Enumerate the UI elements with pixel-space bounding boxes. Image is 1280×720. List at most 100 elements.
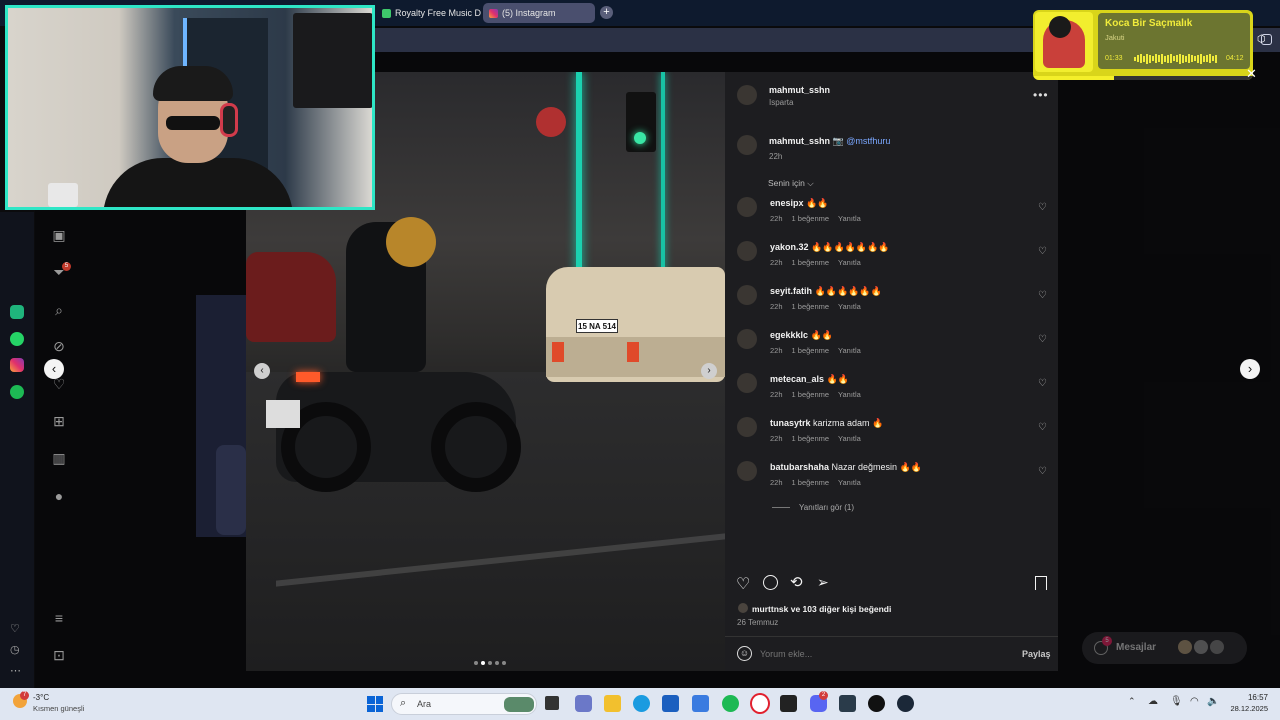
extension-shield-icon[interactable]: ⬡ <box>1257 34 1266 45</box>
taskbar-search[interactable]: ⌕ Ara <box>391 693 537 715</box>
comment-avatar[interactable] <box>737 241 757 261</box>
edge-icon[interactable] <box>633 695 650 712</box>
comment-like-icon[interactable]: ♡ <box>1038 202 1047 213</box>
share-icon[interactable]: ➢ <box>817 574 829 591</box>
comment-like-icon[interactable]: ♡ <box>1038 246 1047 257</box>
comment-like-icon[interactable]: ♡ <box>1038 290 1047 301</box>
create-icon[interactable]: ⊞ <box>51 413 67 429</box>
more-options-icon[interactable]: ••• <box>1033 88 1049 102</box>
microphone-icon[interactable]: 🎙 <box>1170 696 1183 707</box>
comment-likes[interactable]: 1 beğenme <box>792 434 830 443</box>
emoji-icon[interactable]: ☺ <box>737 646 752 661</box>
tray-chevron-icon[interactable]: ⌃ <box>1128 696 1136 707</box>
instagram-icon[interactable] <box>10 358 24 372</box>
previous-post-thumbnail[interactable] <box>196 295 246 537</box>
apps-icon[interactable]: ⊡ <box>51 647 67 663</box>
post-location[interactable]: Isparta <box>769 98 793 107</box>
reply-button[interactable]: Yanıtla <box>838 346 861 355</box>
weather-temp[interactable]: -3°C <box>33 693 49 702</box>
wifi-icon[interactable]: ◠ <box>1190 696 1199 707</box>
save-bookmark-icon[interactable] <box>1035 576 1047 590</box>
liked-by-text[interactable]: murttnsk ve 103 diğer kişi beğendi <box>752 604 891 614</box>
comment-likes[interactable]: 1 beğenme <box>792 214 830 223</box>
like-heart-icon[interactable]: ♡ <box>736 574 750 594</box>
comment-like-icon[interactable]: ♡ <box>1038 422 1047 433</box>
next-post-button[interactable]: › <box>1240 359 1260 379</box>
share-post-button[interactable]: Paylaş <box>1022 649 1051 659</box>
comment-input[interactable] <box>760 645 1000 663</box>
spotify-taskbar-icon[interactable] <box>722 695 739 712</box>
dashboard-icon[interactable]: ▥ <box>51 450 67 466</box>
comment-like-icon[interactable]: ♡ <box>1038 334 1047 345</box>
heart-icon[interactable]: ♡ <box>10 622 20 635</box>
caption-text[interactable]: 📷 @mstfhuru <box>833 136 891 146</box>
chatgpt-icon[interactable] <box>10 305 24 319</box>
comment-avatar[interactable] <box>737 417 757 437</box>
whatsapp-icon[interactable] <box>10 332 24 346</box>
comment-username[interactable]: enesipx <box>770 198 804 208</box>
task-view-icon[interactable] <box>545 696 559 710</box>
tab-royalty-free-music[interactable]: Royalty Free Music Downl <box>376 3 481 23</box>
comment-username[interactable]: tunasytrk <box>770 418 811 428</box>
windows-start-icon[interactable] <box>367 696 383 712</box>
view-replies-button[interactable]: Yanıtları gör (1) <box>799 503 854 512</box>
comment-username[interactable]: batubarshaha <box>770 462 829 472</box>
reply-button[interactable]: Yanıtla <box>838 478 861 487</box>
obs-icon[interactable] <box>868 695 885 712</box>
profile-icon[interactable]: ● <box>51 488 67 504</box>
outlook-icon[interactable] <box>692 695 709 712</box>
comment-likes[interactable]: 1 beğenme <box>792 346 830 355</box>
spotify-icon[interactable] <box>10 385 24 399</box>
weather-description[interactable]: Kısmen güneşli <box>33 704 84 713</box>
menu-icon[interactable]: ≡ <box>51 610 67 626</box>
reply-button[interactable]: Yanıtla <box>838 434 861 443</box>
more-icon[interactable]: ⋯ <box>10 664 21 677</box>
tab-instagram[interactable]: (5) Instagram <box>483 3 595 23</box>
comment-username[interactable]: seyit.fatih <box>770 286 812 296</box>
comment-likes[interactable]: 1 beğenme <box>792 478 830 487</box>
steam-icon[interactable] <box>897 695 914 712</box>
comment-avatar[interactable] <box>737 197 757 217</box>
comment-likes[interactable]: 1 beğenme <box>792 390 830 399</box>
app-icon[interactable] <box>839 695 856 712</box>
close-icon[interactable]: ✕ <box>1246 66 1257 82</box>
new-tab-button[interactable]: + <box>600 6 613 19</box>
caption-avatar[interactable] <box>737 135 757 155</box>
comment-username[interactable]: metecan_als <box>770 374 824 384</box>
comment-username[interactable]: yakon.32 <box>770 242 809 252</box>
comment-avatar[interactable] <box>737 329 757 349</box>
file-explorer-icon[interactable] <box>604 695 621 712</box>
volume-icon[interactable]: 🔈 <box>1207 696 1219 707</box>
caption-username[interactable]: mahmut_sshn <box>769 136 830 146</box>
repost-icon[interactable]: ⟲ <box>790 573 803 591</box>
comment-icon[interactable] <box>763 575 778 590</box>
comment-likes[interactable]: 1 beğenme <box>792 258 830 267</box>
music-progress-track[interactable] <box>1033 76 1253 80</box>
media-next-button[interactable]: › <box>701 363 717 379</box>
comment-likes[interactable]: 1 beğenme <box>792 302 830 311</box>
reels-icon[interactable]: ▣ <box>51 227 67 243</box>
clock-time[interactable]: 16:57 <box>1234 693 1268 702</box>
tray-onedrive-icon[interactable]: ☁ <box>1148 696 1158 707</box>
comment-avatar[interactable] <box>737 461 757 481</box>
author-username[interactable]: mahmut_sshn <box>769 85 830 95</box>
comment-like-icon[interactable]: ♡ <box>1038 378 1047 389</box>
author-avatar[interactable] <box>737 85 757 105</box>
comment-avatar[interactable] <box>737 285 757 305</box>
reply-button[interactable]: Yanıtla <box>838 302 861 311</box>
widgets-app-icon[interactable] <box>575 695 592 712</box>
comment-sort-dropdown[interactable]: Senin için ⌵ <box>768 178 814 189</box>
comment-avatar[interactable] <box>737 373 757 393</box>
music-player-widget[interactable]: Koca Bir Saçmalık Jakuti 01:33 04:12 <box>1033 10 1253 80</box>
opera-icon[interactable] <box>750 693 770 714</box>
comment-like-icon[interactable]: ♡ <box>1038 466 1047 477</box>
search-icon[interactable]: ⌕ <box>51 302 67 318</box>
explore-icon[interactable]: ⊘ <box>51 338 67 354</box>
previous-post-button[interactable]: ‹ <box>44 359 64 379</box>
reply-button[interactable]: Yanıtla <box>838 390 861 399</box>
comment-username[interactable]: egekkklc <box>770 330 808 340</box>
reply-button[interactable]: Yanıtla <box>838 214 861 223</box>
messages-button[interactable]: 5 Mesajlar <box>1082 632 1247 664</box>
store-icon[interactable] <box>662 695 679 712</box>
history-icon[interactable]: ◷ <box>10 643 20 656</box>
